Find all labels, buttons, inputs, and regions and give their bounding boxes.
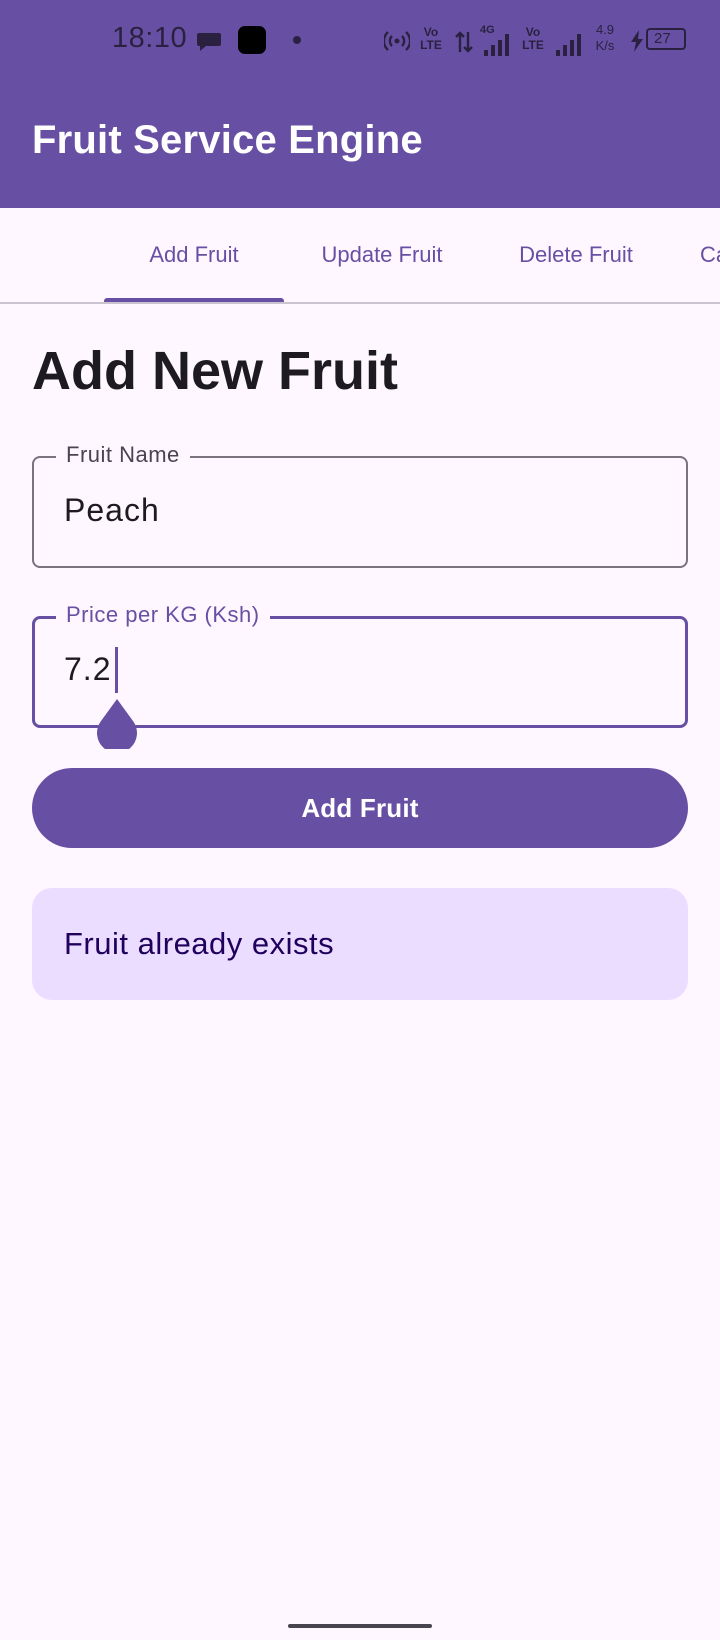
add-fruit-button[interactable]: Add Fruit [32,768,688,848]
price-input[interactable]: 7.2 [64,651,111,688]
net-speed-value: 4.9 [595,22,615,37]
data-arrows-icon [454,30,474,59]
fruit-name-input[interactable]: Peach [64,492,160,529]
app-notification-icon [238,26,266,54]
cursor-handle-icon[interactable] [95,699,139,754]
tab-partial[interactable]: Ca [700,208,720,302]
status-bar: 18:10 Vo LTE 4G Vo LTE 4.9 K/s 27 [0,0,720,80]
price-label: Price per KG (Ksh) [56,602,270,628]
battery-level: 27 [654,30,671,47]
battery-icon: 27 [646,28,686,50]
text-cursor [115,647,118,693]
tab-bar: Add Fruit Update Fruit Delete Fruit Ca [0,208,720,304]
app-title: Fruit Service Engine [32,118,423,162]
status-message-text: Fruit already exists [64,926,335,961]
volte-label-2: Vo LTE [522,25,544,52]
fruit-name-field[interactable]: Fruit Name Peach [32,442,688,568]
fruit-name-label: Fruit Name [56,442,190,468]
price-field[interactable]: Price per KG (Ksh) 7.2 [32,602,688,753]
volte-label-1: Vo LTE [420,25,442,52]
page-title: Add New Fruit [32,341,398,401]
tab-update-fruit[interactable]: Update Fruit [292,208,472,302]
tab-add-fruit[interactable]: Add Fruit [104,208,284,302]
charging-icon [630,30,644,57]
status-message-card: Fruit already exists [32,888,688,1000]
tab-delete-fruit[interactable]: Delete Fruit [486,208,666,302]
net-speed-unit: K/s [595,38,615,53]
status-time: 18:10 [112,22,188,54]
app-top-area: 18:10 Vo LTE 4G Vo LTE 4.9 K/s 27 Fruit … [0,0,720,208]
home-gesture-bar[interactable] [288,1624,432,1628]
chat-icon [196,30,222,59]
tab-selected-indicator [104,298,284,302]
signal-icon [556,34,582,61]
hotspot-icon [382,30,412,57]
signal-icon [484,34,510,61]
net-speed: 4.9 K/s [590,22,620,54]
more-notifications-dot-icon [293,36,301,44]
